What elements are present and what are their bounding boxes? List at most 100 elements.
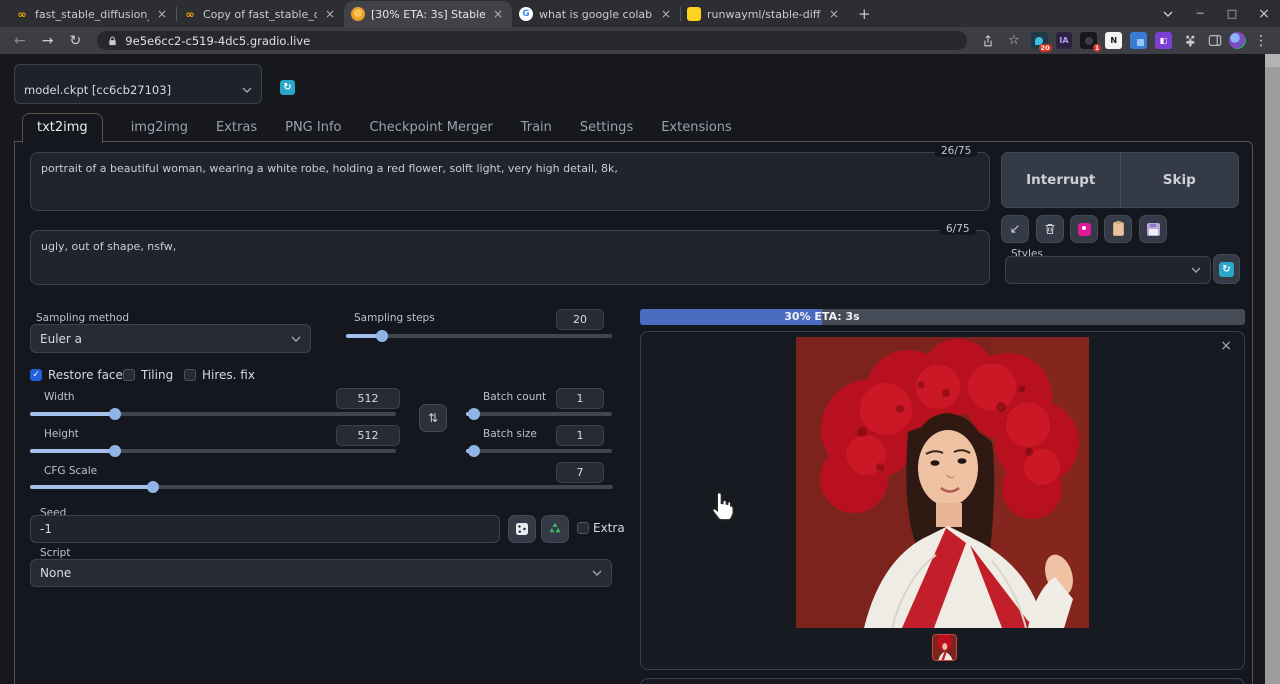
sidepanel-icon[interactable] [1204, 34, 1226, 47]
browser-toolbar: ← → ↻ 9e5e6cc2-c519-4dc5.gradio.live ☆ 2… [0, 27, 1280, 54]
slider-thumb[interactable] [376, 330, 388, 342]
batch-size-slider[interactable] [466, 449, 612, 453]
sampling-method-dropdown[interactable]: Euler a [30, 324, 311, 353]
generated-image[interactable] [796, 337, 1089, 628]
url-text: 9e5e6cc2-c519-4dc5.gradio.live [125, 34, 310, 48]
browser-tab-google[interactable]: G what is google colab - Google × [512, 1, 680, 27]
random-seed-button[interactable] [508, 515, 536, 543]
tab-search-caret-icon[interactable] [1152, 0, 1184, 27]
tab-checkpoint-merger[interactable]: Checkpoint Merger [369, 120, 492, 142]
gallery-thumbnail[interactable] [932, 634, 957, 661]
save-style-button[interactable] [1139, 215, 1167, 243]
batch-count-value[interactable]: 1 [556, 388, 604, 409]
browser-tab-colab-2[interactable]: ∞ Copy of fast_stable_diffusion_ × [176, 1, 344, 27]
interrupt-skip-group: Interrupt Skip [1001, 152, 1239, 208]
styles-dropdown[interactable] [1005, 256, 1211, 284]
back-icon[interactable]: ← [8, 33, 32, 49]
tab-settings[interactable]: Settings [580, 120, 633, 142]
browser-tab-colab-1[interactable]: ∞ fast_stable_diffusion_AUTOMA × [8, 1, 176, 27]
tab-close-icon[interactable]: × [491, 8, 505, 20]
slider-thumb[interactable] [147, 481, 159, 493]
script-dropdown[interactable]: None [30, 559, 612, 587]
office-extension-icon[interactable]: ◧ [1155, 32, 1172, 49]
tab-close-icon[interactable]: × [323, 8, 337, 20]
tab-close-icon[interactable]: × [155, 8, 169, 20]
interrupt-button[interactable]: Interrupt [1002, 172, 1120, 188]
browser-tab-stable-diffusion[interactable]: [30% ETA: 3s] Stable Diffusion × [344, 1, 512, 27]
new-tab-button[interactable]: + [858, 5, 871, 23]
script-value: None [40, 566, 71, 580]
tab-extras[interactable]: Extras [216, 120, 257, 142]
gallery-close-icon[interactable]: × [1220, 338, 1232, 354]
negative-prompt-input[interactable]: ugly, out of shape, nsfw, [30, 230, 990, 285]
tab-title: Copy of fast_stable_diffusion_ [203, 8, 317, 21]
pin-extension-icon[interactable]: 20 [1031, 32, 1048, 49]
sampling-steps-label: Sampling steps [354, 312, 435, 324]
batch-count-slider[interactable] [466, 412, 612, 416]
bookmark-star-icon[interactable]: ☆ [1003, 33, 1025, 48]
extra-networks-button[interactable] [1070, 215, 1098, 243]
scrollbar-up-button[interactable] [1265, 54, 1280, 67]
width-slider[interactable] [30, 412, 396, 416]
google-icon: G [519, 7, 533, 21]
tab-extensions[interactable]: Extensions [661, 120, 732, 142]
dice-icon [515, 522, 529, 536]
width-value[interactable]: 512 [336, 388, 400, 409]
prompt-input[interactable]: portrait of a beautiful woman, wearing a… [30, 152, 990, 211]
refresh-icon: ↻ [1219, 262, 1234, 277]
height-slider[interactable] [30, 449, 396, 453]
page-scrollbar[interactable] [1265, 54, 1280, 684]
paste-params-button[interactable]: ↙ [1001, 215, 1029, 243]
extensions-puzzle-icon[interactable] [1178, 34, 1200, 48]
browser-tab-huggingface[interactable]: runwayml/stable-diffusion-v1 × [680, 1, 848, 27]
extra-seed-checkbox[interactable] [577, 522, 589, 534]
tab-txt2img[interactable]: txt2img [22, 113, 103, 143]
more-menu-icon[interactable]: ⋮ [1250, 33, 1272, 49]
palette-icon [1078, 223, 1091, 236]
styles-refresh-button[interactable]: ↻ [1213, 254, 1240, 284]
slider-thumb[interactable] [109, 408, 121, 420]
address-bar[interactable]: 9e5e6cc2-c519-4dc5.gradio.live [97, 31, 967, 50]
batch-size-value[interactable]: 1 [556, 425, 604, 446]
sampling-steps-slider[interactable] [346, 334, 612, 338]
skip-button[interactable]: Skip [1121, 172, 1239, 188]
tab-train[interactable]: Train [521, 120, 552, 142]
tab-png-info[interactable]: PNG Info [285, 120, 341, 142]
sampling-steps-value[interactable]: 20 [556, 309, 604, 330]
minimize-button[interactable]: ─ [1184, 0, 1216, 27]
cfg-scale-value[interactable]: 7 [556, 462, 604, 483]
tab-close-icon[interactable]: × [827, 8, 841, 20]
swap-dimensions-button[interactable]: ⇅ [419, 404, 447, 432]
tiling-checkbox[interactable] [123, 369, 135, 381]
slider-thumb[interactable] [109, 445, 121, 457]
slider-thumb[interactable] [468, 445, 480, 457]
photos-extension-icon[interactable] [1130, 32, 1147, 49]
paste-arrow-icon: ↙ [1010, 222, 1021, 237]
reuse-seed-button[interactable] [541, 515, 569, 543]
forward-icon[interactable]: → [36, 33, 60, 49]
trash-icon [1043, 222, 1057, 236]
profile-avatar[interactable] [1229, 32, 1246, 49]
restore-faces-checkbox[interactable]: ✓ [30, 369, 42, 381]
notion-extension-icon[interactable]: N [1105, 32, 1122, 49]
close-button[interactable]: × [1248, 0, 1280, 27]
ia-extension-icon[interactable]: IA [1056, 32, 1073, 49]
maximize-button[interactable]: □ [1216, 0, 1248, 27]
hires-fix-checkbox[interactable] [184, 369, 196, 381]
clear-prompt-button[interactable] [1036, 215, 1064, 243]
app-nav-tabs: txt2img img2img Extras PNG Info Checkpoi… [22, 114, 732, 142]
apply-style-button[interactable] [1104, 215, 1132, 243]
height-value[interactable]: 512 [336, 425, 400, 446]
mail-extension-icon[interactable]: 1 [1080, 32, 1097, 49]
colab-icon: ∞ [15, 7, 29, 21]
slider-thumb[interactable] [468, 408, 480, 420]
seed-input[interactable]: -1 [30, 515, 500, 543]
tab-close-icon[interactable]: × [659, 8, 673, 20]
share-icon[interactable] [977, 34, 999, 48]
tab-title: fast_stable_diffusion_AUTOMA [35, 8, 149, 21]
tab-img2img[interactable]: img2img [131, 120, 188, 142]
checkpoint-refresh-button[interactable]: ↻ [280, 80, 295, 95]
cfg-scale-slider[interactable] [30, 485, 613, 489]
reload-icon[interactable]: ↻ [64, 33, 88, 49]
checkpoint-dropdown[interactable]: model.ckpt [cc6cb27103] [14, 64, 262, 104]
